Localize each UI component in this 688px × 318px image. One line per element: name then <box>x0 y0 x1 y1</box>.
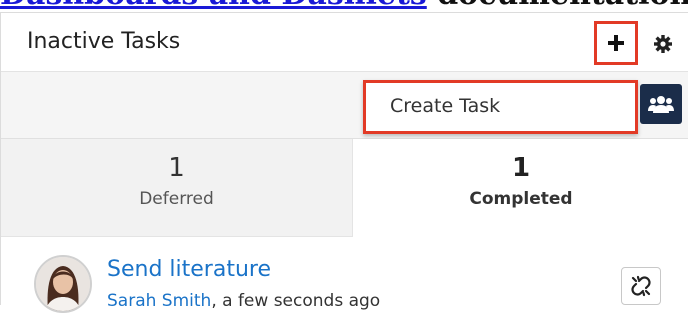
create-task-label: Create Task <box>390 95 501 117</box>
users-icon <box>648 96 674 113</box>
avatar-image <box>36 257 90 311</box>
task-time: , a few seconds ago <box>211 291 381 311</box>
task-status-tabs: 1 Deferred 1 Completed <box>1 139 688 237</box>
inactive-tasks-dashlet: Inactive Tasks Create Task 1 Deferred 1 … <box>0 12 688 318</box>
tab-deferred-count: 1 <box>168 153 185 183</box>
tab-completed-label: Completed <box>469 189 573 209</box>
assigned-user-link[interactable]: Sarah Smith <box>107 291 211 311</box>
users-toggle-button[interactable] <box>640 84 682 124</box>
toolbar-row: Create Task <box>1 72 688 139</box>
doc-text: Dashboards and Dashlets documentation. <box>0 0 688 12</box>
dashlet-header: Inactive Tasks <box>1 13 688 72</box>
gear-icon <box>654 35 672 53</box>
add-button[interactable] <box>594 21 638 65</box>
unlink-button[interactable] <box>621 267 661 305</box>
task-title-link[interactable]: Send literature <box>107 257 271 282</box>
tab-deferred-label: Deferred <box>139 189 214 209</box>
doc-rest: documentation. <box>427 0 688 12</box>
avatar[interactable] <box>34 255 92 313</box>
settings-button[interactable] <box>652 33 674 55</box>
task-meta: Sarah Smith, a few seconds ago <box>107 291 380 311</box>
unlink-icon <box>631 275 651 297</box>
tab-deferred[interactable]: 1 Deferred <box>1 139 353 237</box>
create-task-menu-item[interactable]: Create Task <box>363 80 638 134</box>
list-item: Send literature Sarah Smith, a few secon… <box>1 237 688 318</box>
doc-link[interactable]: Dashboards and Dashlets <box>0 0 427 12</box>
plus-icon <box>608 35 624 51</box>
dashlet-title: Inactive Tasks <box>27 29 181 54</box>
tab-completed-count: 1 <box>511 153 531 183</box>
tab-completed[interactable]: 1 Completed <box>353 139 688 237</box>
